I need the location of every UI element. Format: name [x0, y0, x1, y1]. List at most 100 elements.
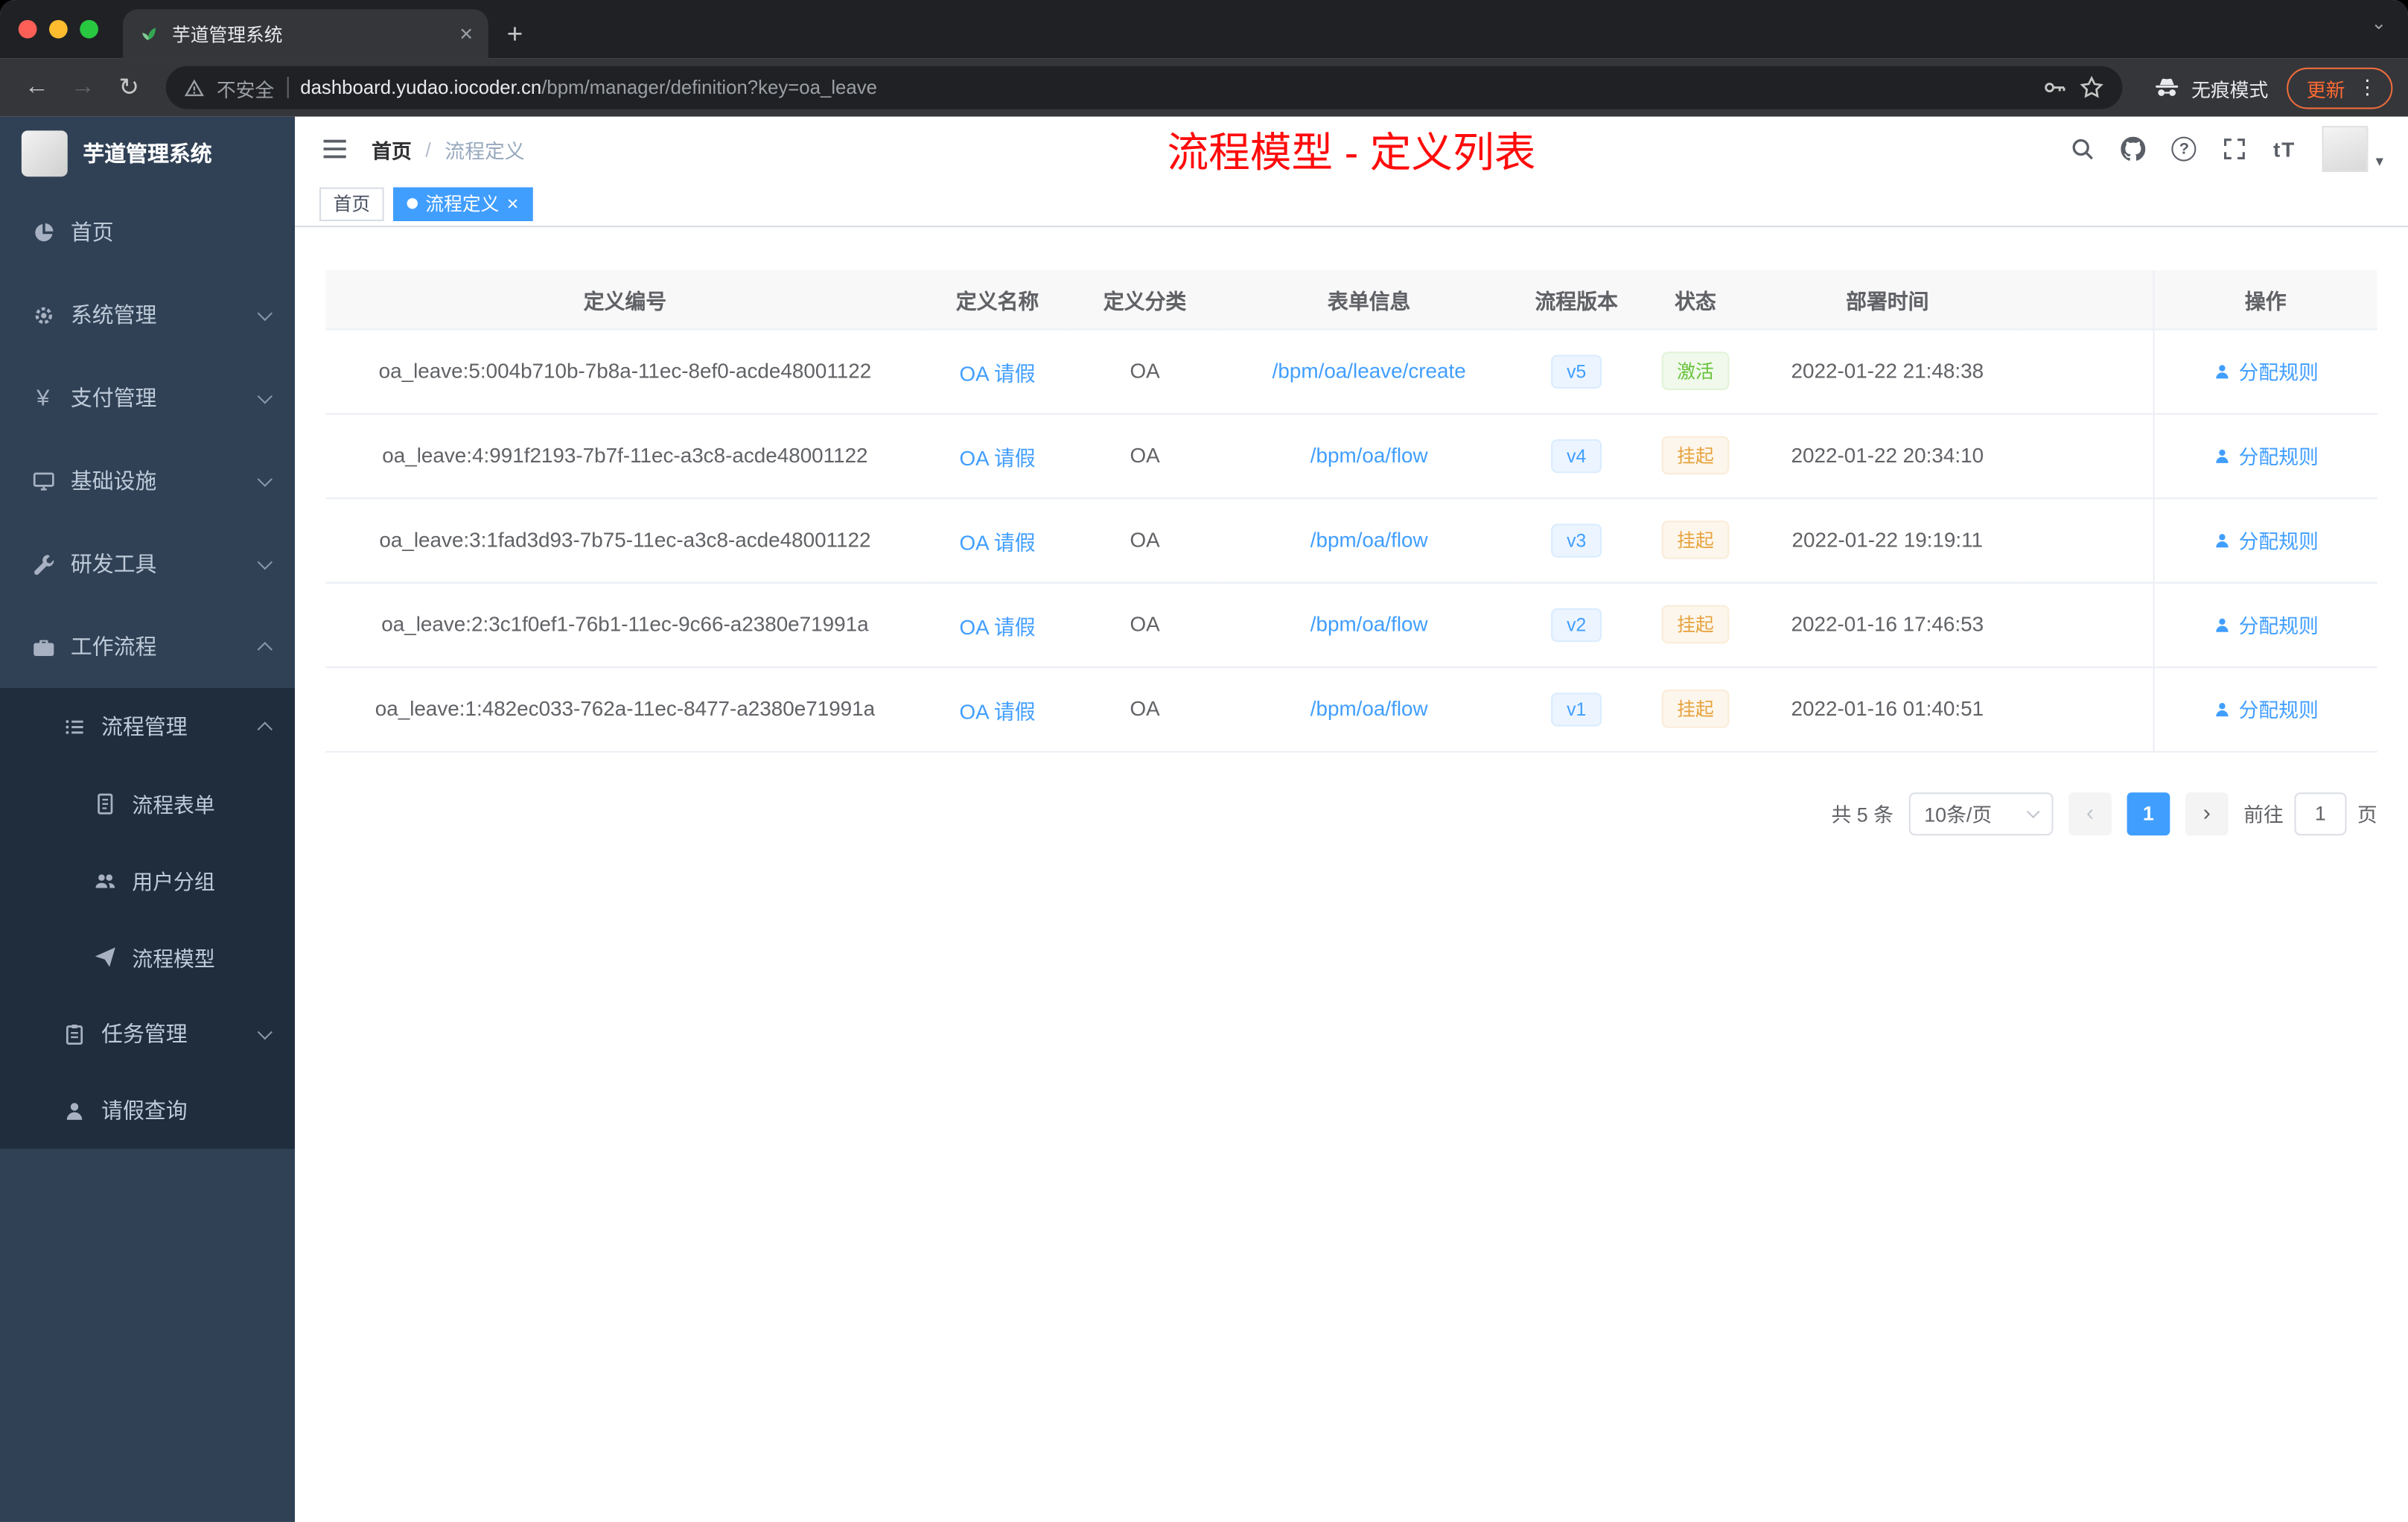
- paper-plane-icon: [92, 944, 117, 969]
- browser-menu-icon[interactable]: ⋮: [2357, 75, 2377, 100]
- fullscreen-icon[interactable]: [2223, 137, 2247, 162]
- person-icon: [2215, 702, 2229, 716]
- new-tab-button[interactable]: +: [488, 9, 541, 58]
- forward-button[interactable]: →: [62, 66, 105, 109]
- active-tag-dot: [407, 198, 418, 209]
- search-icon[interactable]: [2071, 137, 2095, 162]
- sidebar-item-process-management[interactable]: 流程管理: [0, 688, 295, 765]
- chevron-up-icon: [257, 721, 273, 736]
- form-info-link[interactable]: /bpm/oa/flow: [1310, 613, 1428, 636]
- help-icon[interactable]: ?: [2171, 136, 2197, 162]
- update-label: 更新: [2306, 79, 2345, 101]
- assign-rule-link[interactable]: 分配规则: [2213, 441, 2319, 470]
- definition-name-link[interactable]: OA 请假: [960, 362, 1036, 385]
- table-row: oa_leave:4:991f2193-7b7f-11ec-a3c8-acde4…: [325, 413, 2377, 499]
- sidebar-item-payment-management[interactable]: ¥ 支付管理: [0, 357, 295, 439]
- filler-cell: [2018, 666, 2153, 752]
- user-menu[interactable]: ▾: [2322, 126, 2383, 172]
- fullscreen-window-button[interactable]: [80, 19, 98, 39]
- sidebar-item-process-model[interactable]: 流程模型: [0, 918, 295, 995]
- col-status: 状态: [1634, 270, 1757, 330]
- font-size-icon[interactable]: tT: [2273, 138, 2296, 161]
- page-size-select[interactable]: 10条/页: [1908, 792, 2054, 835]
- tag-close-icon[interactable]: ×: [507, 194, 519, 214]
- sidebar-toggle-icon[interactable]: [319, 133, 350, 164]
- version-badge: v1: [1551, 692, 1602, 726]
- assign-rule-link[interactable]: 分配规则: [2213, 357, 2319, 386]
- definition-id: oa_leave:5:004b710b-7b8a-11ec-8ef0-acde4…: [325, 328, 925, 414]
- prev-page-button[interactable]: ‹: [2068, 792, 2112, 835]
- form-info-link[interactable]: /bpm/oa/flow: [1310, 444, 1428, 467]
- tag-process-definition[interactable]: 流程定义 ×: [393, 186, 532, 220]
- col-definition-id: 定义编号: [325, 270, 925, 330]
- col-deploy-time: 部署时间: [1756, 270, 2019, 330]
- deploy-time: 2022-01-22 20:34:10: [1756, 413, 2019, 499]
- github-icon[interactable]: [2121, 136, 2146, 162]
- password-key-icon[interactable]: [2042, 75, 2067, 100]
- filler-cell: [2018, 497, 2153, 583]
- sidebar: 芋道管理系统 首页 系统管理 ¥ 支付管理 基础设施 研发工具 工作流程 流程管…: [0, 116, 295, 1522]
- back-button[interactable]: ←: [16, 66, 59, 109]
- tab-title: 芋道管理系统: [172, 23, 283, 45]
- definition-id: oa_leave:4:991f2193-7b7f-11ec-a3c8-acde4…: [325, 413, 925, 499]
- assign-rule-link[interactable]: 分配规则: [2213, 610, 2319, 639]
- person-icon: [62, 1098, 86, 1123]
- definition-name-link[interactable]: OA 请假: [960, 615, 1036, 638]
- sidebar-item-home[interactable]: 首页: [0, 191, 295, 273]
- sidebar-item-leave-query[interactable]: 请假查询: [0, 1072, 295, 1149]
- assign-rule-link[interactable]: 分配规则: [2213, 694, 2319, 723]
- deploy-time: 2022-01-16 01:40:51: [1756, 666, 2019, 752]
- col-form-info: 表单信息: [1219, 270, 1519, 330]
- reload-button[interactable]: ↻: [107, 66, 150, 109]
- close-window-button[interactable]: [18, 19, 37, 39]
- next-page-button[interactable]: ›: [2185, 792, 2229, 835]
- page-jump-input[interactable]: [2294, 792, 2347, 835]
- definition-name-link[interactable]: OA 请假: [960, 699, 1036, 722]
- version-badge: v3: [1551, 523, 1602, 557]
- form-info-link[interactable]: /bpm/oa/flow: [1310, 697, 1428, 720]
- form-info-link[interactable]: /bpm/oa/flow: [1310, 529, 1428, 552]
- page-annotation: 流程模型 - 定义列表: [1167, 130, 1536, 176]
- chevron-down-icon: [257, 1023, 273, 1039]
- sidebar-item-process-form[interactable]: 流程表单: [0, 765, 295, 841]
- definition-name-link[interactable]: OA 请假: [960, 531, 1036, 554]
- breadcrumb-home[interactable]: 首页: [372, 134, 412, 163]
- deploy-time: 2022-01-16 17:46:53: [1756, 582, 2019, 668]
- bookmark-star-icon[interactable]: [2080, 75, 2104, 100]
- browser-update-button[interactable]: 更新 ⋮: [2287, 66, 2393, 109]
- caret-down-icon: ▾: [2375, 153, 2383, 171]
- page-number-button[interactable]: 1: [2127, 792, 2170, 835]
- avatar[interactable]: [2322, 126, 2369, 172]
- breadcrumb-current: 流程定义: [445, 138, 525, 162]
- page-unit-label: 页: [2357, 803, 2377, 827]
- definition-category: OA: [1070, 497, 1220, 583]
- minimize-window-button[interactable]: [49, 19, 68, 39]
- sidebar-item-infrastructure[interactable]: 基础设施: [0, 439, 295, 522]
- sidebar-item-system-management[interactable]: 系统管理: [0, 273, 295, 356]
- col-definition-name: 定义名称: [924, 270, 1071, 330]
- table-row: oa_leave:1:482ec033-762a-11ec-8477-a2380…: [325, 666, 2377, 752]
- definition-category: OA: [1070, 666, 1220, 752]
- sidebar-item-user-group[interactable]: 用户分组: [0, 841, 295, 918]
- logo-image: [21, 130, 68, 177]
- incognito-badge: 无痕模式: [2153, 73, 2268, 102]
- version-badge: v2: [1551, 607, 1602, 642]
- form-info-link[interactable]: /bpm/oa/leave/create: [1273, 360, 1466, 383]
- browser-tab[interactable]: 芋道管理系统 ×: [123, 9, 488, 59]
- sidebar-item-dev-tools[interactable]: 研发工具: [0, 522, 295, 605]
- security-label[interactable]: 不安全: [217, 73, 274, 102]
- tab-close-icon[interactable]: ×: [459, 22, 473, 45]
- assign-rule-link[interactable]: 分配规则: [2213, 525, 2319, 554]
- sidebar-item-workflow[interactable]: 工作流程: [0, 605, 295, 688]
- sidebar-item-task-management[interactable]: 任务管理: [0, 996, 295, 1072]
- chevron-down-icon: [257, 388, 273, 404]
- tab-search-chevron-icon[interactable]: ⌄: [2371, 13, 2386, 34]
- filler-cell: [2018, 413, 2153, 499]
- list-icon: [62, 714, 86, 739]
- address-bar[interactable]: 不安全 dashboard.yudao.iocoder.cn/bpm/manag…: [165, 66, 2123, 109]
- chevron-down-icon: [2026, 804, 2040, 818]
- definition-category: OA: [1070, 413, 1220, 499]
- person-icon: [2215, 617, 2229, 631]
- definition-name-link[interactable]: OA 请假: [960, 446, 1036, 469]
- tag-home[interactable]: 首页: [319, 186, 384, 220]
